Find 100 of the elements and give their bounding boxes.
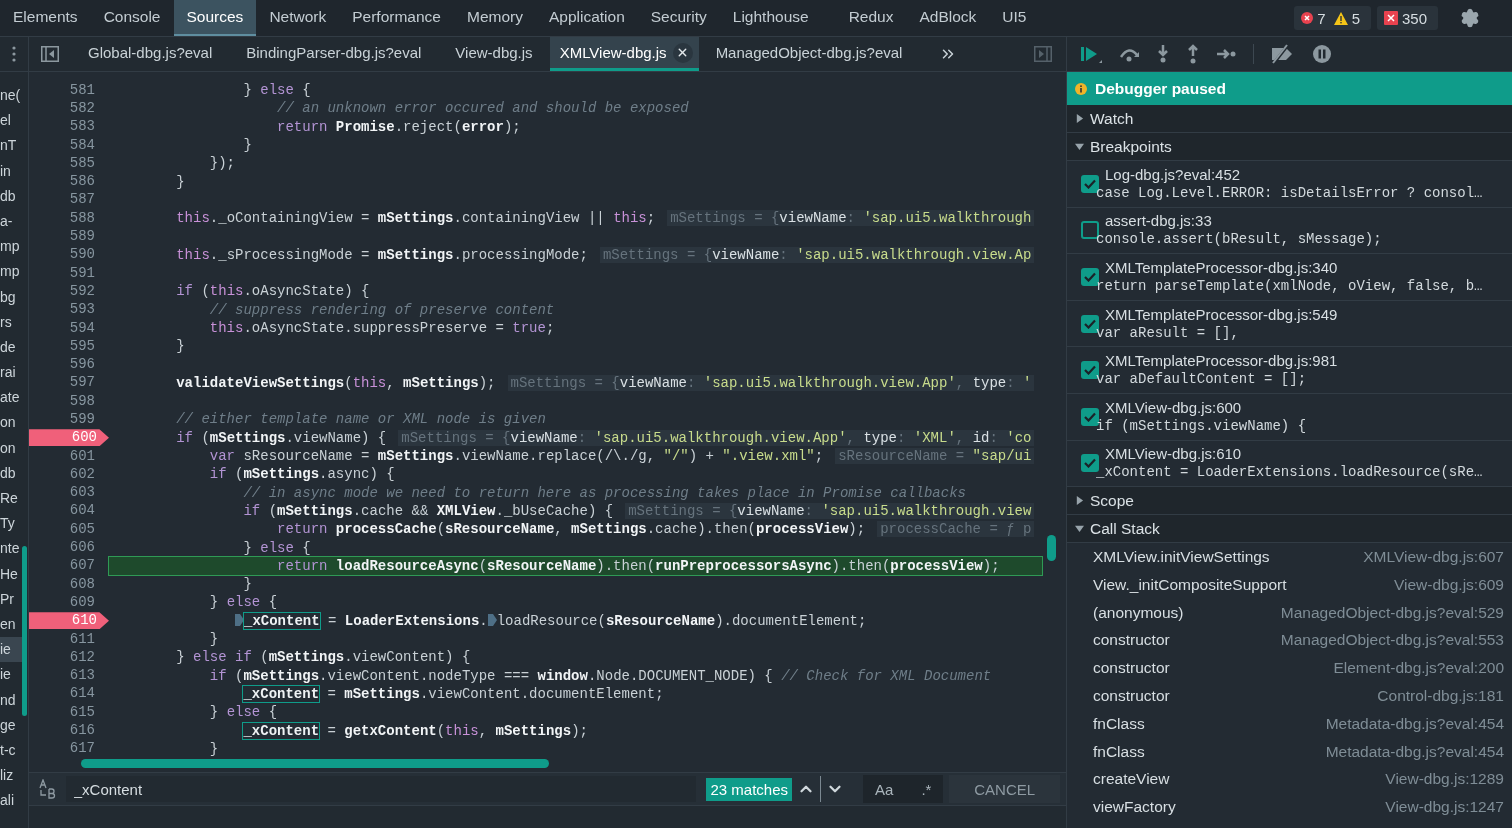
panel-tab[interactable]: Console bbox=[90, 0, 174, 36]
file-tree-item[interactable]: rs bbox=[0, 309, 22, 335]
frame-location[interactable]: Metadata-dbg.js?eval:454 bbox=[1325, 714, 1504, 733]
line-number[interactable]: 617 bbox=[29, 740, 101, 758]
frame-location[interactable]: View-dbg.js:1289 bbox=[1385, 770, 1504, 789]
frame-location[interactable]: ManagedObject-dbg.js?eval:553 bbox=[1280, 631, 1504, 650]
line-number[interactable]: 591 bbox=[29, 264, 101, 282]
file-tree-item[interactable]: ne( bbox=[0, 83, 22, 109]
line-number[interactable]: 604 bbox=[29, 502, 101, 520]
section-header[interactable]: Breakpoints bbox=[1067, 133, 1512, 161]
file-tree-item[interactable]: He bbox=[0, 561, 22, 587]
frame-location[interactable]: Metadata-dbg.js?eval:454 bbox=[1325, 742, 1504, 761]
file-tab[interactable]: XMLView-dbg.js bbox=[549, 37, 699, 71]
frame-name[interactable]: fnClass bbox=[1093, 714, 1145, 733]
file-tree-item[interactable]: Ty bbox=[0, 511, 22, 537]
frame-name[interactable]: constructor bbox=[1093, 687, 1170, 706]
regex-button[interactable]: .* bbox=[917, 780, 936, 798]
file-tree-item[interactable]: Pr bbox=[0, 586, 22, 612]
line-number[interactable]: 595 bbox=[29, 337, 101, 355]
line-number[interactable]: 584 bbox=[29, 136, 101, 154]
panel-tab[interactable]: Sources bbox=[173, 0, 257, 36]
file-tree-item[interactable]: en bbox=[0, 611, 22, 638]
line-number[interactable]: 585 bbox=[29, 154, 101, 172]
line-number[interactable]: 587 bbox=[29, 191, 101, 209]
line-number[interactable]: 612 bbox=[29, 648, 101, 666]
file-tree-item[interactable]: el bbox=[0, 108, 22, 134]
file-tree-item[interactable]: ge bbox=[0, 712, 22, 738]
file-tree-item[interactable]: nd bbox=[0, 687, 22, 713]
file-tree-item[interactable]: nte bbox=[0, 536, 22, 562]
panel-tab[interactable]: Application bbox=[535, 0, 638, 36]
file-tree-item[interactable]: on bbox=[0, 435, 22, 461]
cancel-button[interactable]: CANCEL bbox=[949, 775, 1060, 803]
line-number[interactable]: 606 bbox=[29, 539, 101, 557]
frame-location[interactable]: Element-dbg.js?eval:200 bbox=[1333, 659, 1504, 678]
file-tree-item[interactable]: ali bbox=[0, 788, 22, 814]
line-number[interactable]: 607 bbox=[29, 557, 101, 575]
file-tree-item[interactable]: mp bbox=[0, 259, 22, 285]
scroll-thumb[interactable] bbox=[22, 546, 27, 716]
frame-name[interactable]: XMLView.initViewSettings bbox=[1093, 548, 1270, 567]
line-number[interactable]: 615 bbox=[29, 703, 101, 721]
frame-location[interactable]: Control-dbg.js:181 bbox=[1377, 687, 1504, 706]
panel-tab[interactable]: Lighthouse bbox=[719, 0, 822, 36]
frame-location[interactable]: ManagedObject-dbg.js?eval:529 bbox=[1280, 603, 1504, 622]
file-tree-item[interactable]: a- bbox=[0, 208, 22, 235]
line-number[interactable]: 603 bbox=[29, 484, 101, 502]
checkbox[interactable] bbox=[1081, 407, 1099, 426]
error-warning-counter[interactable]: 7 5 bbox=[1294, 6, 1371, 30]
section-header[interactable]: Call Stack bbox=[1067, 515, 1512, 544]
match-case-button[interactable]: Aa bbox=[871, 780, 898, 798]
line-number[interactable]: 586 bbox=[29, 173, 101, 191]
file-tree-item[interactable]: on bbox=[0, 410, 22, 436]
line-number[interactable]: 582 bbox=[29, 99, 101, 117]
frame-name[interactable]: fnClass bbox=[1093, 742, 1145, 761]
breakpoint-location[interactable]: Log-dbg.js?eval:452 bbox=[1105, 164, 1512, 184]
breakpoint-location[interactable]: XMLTemplateProcessor-dbg.js:340 bbox=[1105, 258, 1512, 277]
file-tab[interactable]: Global-dbg.js?eval bbox=[71, 37, 230, 71]
line-number[interactable]: 589 bbox=[29, 228, 101, 245]
file-tree-item[interactable]: ie bbox=[0, 637, 22, 663]
issues-counter[interactable]: 350 bbox=[1376, 6, 1438, 30]
checkbox[interactable] bbox=[1081, 174, 1099, 193]
line-number[interactable]: 596 bbox=[29, 356, 101, 374]
line-number[interactable]: 590 bbox=[29, 246, 101, 264]
horizontal-scroll-thumb[interactable] bbox=[81, 759, 549, 768]
more-icon[interactable] bbox=[12, 46, 16, 62]
file-tab[interactable]: View-dbg.js bbox=[438, 37, 550, 71]
frame-name[interactable]: (anonymous) bbox=[1093, 603, 1184, 622]
frame-name[interactable]: viewFactory bbox=[1093, 798, 1176, 817]
frame-name[interactable]: constructor bbox=[1093, 631, 1170, 650]
line-number[interactable]: 614 bbox=[29, 685, 101, 703]
breakpoint-location[interactable]: XMLTemplateProcessor-dbg.js:981 bbox=[1105, 351, 1512, 371]
frame-name[interactable]: View._initCompositeSupport bbox=[1093, 575, 1287, 594]
line-number[interactable]: 593 bbox=[29, 301, 101, 319]
file-tree-item[interactable]: mp bbox=[0, 234, 22, 260]
line-number[interactable]: 616 bbox=[29, 722, 101, 740]
frame-location[interactable]: View-dbg.js:1247 bbox=[1385, 798, 1504, 817]
breakpoint-location[interactable]: XMLTemplateProcessor-dbg.js:549 bbox=[1105, 304, 1512, 324]
line-number[interactable]: 597 bbox=[29, 374, 101, 392]
file-tab[interactable]: ManagedObject-dbg.js?eval bbox=[698, 37, 920, 71]
panel-tab[interactable]: Network bbox=[256, 0, 340, 36]
breakpoint-location[interactable]: assert-dbg.js:33 bbox=[1105, 211, 1512, 231]
file-tree-item[interactable]: Re bbox=[0, 486, 22, 512]
file-tree-item[interactable]: db bbox=[0, 183, 22, 209]
breakpoint-location[interactable]: XMLView-dbg.js:600 bbox=[1105, 397, 1512, 417]
panel-tab[interactable]: Performance bbox=[339, 0, 454, 36]
step-into-icon[interactable] bbox=[1155, 44, 1171, 64]
pause-on-exceptions-icon[interactable] bbox=[1310, 44, 1334, 64]
file-tree-item[interactable]: ie bbox=[0, 662, 22, 688]
line-number[interactable]: 581 bbox=[29, 81, 101, 99]
frame-location[interactable]: XMLView-dbg.js:607 bbox=[1363, 548, 1504, 567]
resume-icon[interactable] bbox=[1079, 44, 1103, 64]
line-number[interactable]: 609 bbox=[29, 593, 101, 611]
line-number[interactable]: 594 bbox=[29, 319, 101, 337]
file-tree-item[interactable]: db bbox=[0, 460, 22, 486]
frame-name[interactable]: constructor bbox=[1093, 659, 1170, 678]
file-tree-item[interactable]: ate bbox=[0, 385, 22, 411]
file-tree-item[interactable]: t-c bbox=[0, 737, 22, 764]
file-tab[interactable]: BindingParser-dbg.js?eval bbox=[229, 37, 439, 71]
panel-tab[interactable]: UI5 bbox=[989, 0, 1040, 36]
frame-name[interactable]: createView bbox=[1093, 770, 1170, 789]
frame-location[interactable]: View-dbg.js:609 bbox=[1394, 575, 1504, 594]
